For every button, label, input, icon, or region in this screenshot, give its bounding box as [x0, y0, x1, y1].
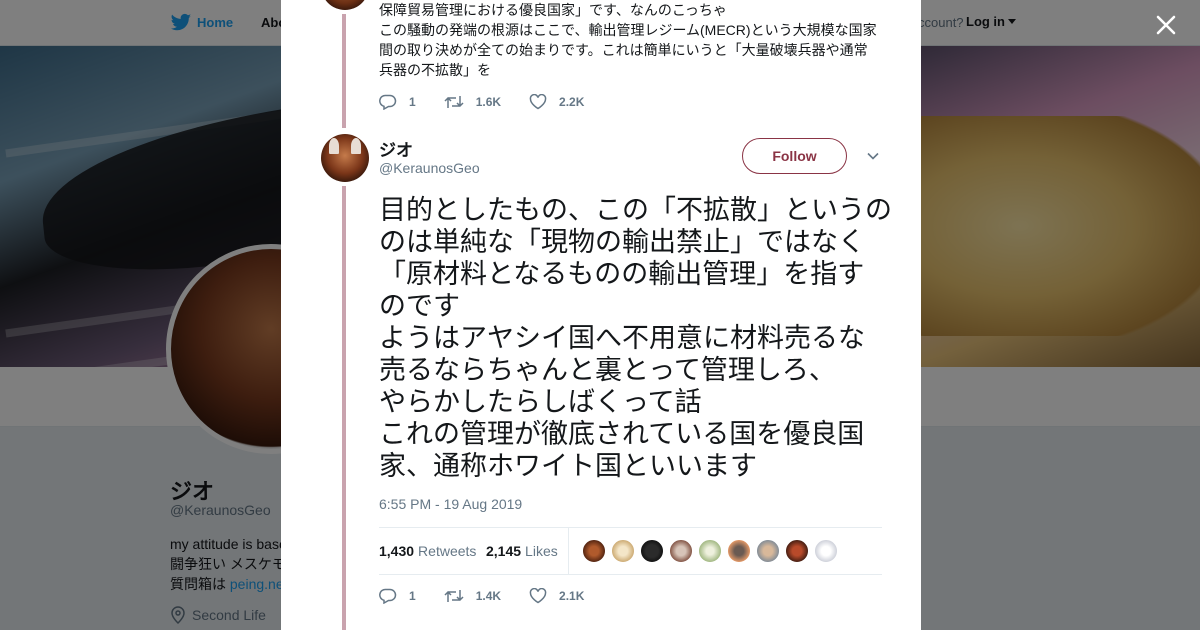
- like-count: 2.1K: [559, 589, 585, 603]
- tweet-text-line: 目的としたもの、この「不拡散」というの: [379, 195, 892, 225]
- previous-tweet-text: 保障貿易管理における優良国家」です、なんのこっちゃ この騒動の発端の根源はここで…: [379, 0, 889, 80]
- tweet-text-line: のは単純な「現物の輸出禁止」ではなく: [379, 227, 865, 257]
- previous-tweet-avatar[interactable]: [321, 0, 369, 10]
- reply-button[interactable]: 1: [379, 588, 416, 604]
- close-icon[interactable]: [1152, 11, 1180, 39]
- tweet-actions: 1 1.4K 2.1K: [379, 586, 612, 606]
- tweet-text: 目的としたもの、この「不拡散」というの のは単純な「現物の輸出禁止」ではなく 「…: [379, 194, 892, 482]
- reply-count: 1: [409, 589, 416, 603]
- author-name[interactable]: ジオ: [379, 136, 413, 161]
- reply-count: 1: [409, 95, 416, 109]
- retweet-count: 1.4K: [475, 589, 502, 603]
- retweet-button[interactable]: 1.4K: [444, 588, 501, 604]
- reply-button[interactable]: 1: [379, 94, 416, 110]
- tweet-permalink-modal: 保障貿易管理における優良国家」です、なんのこっちゃ この騒動の発端の根源はここで…: [281, 0, 921, 630]
- previous-tweet-line: この騒動の発端の根源はここで、輸出管理レジーム(MECR)という大規模な国家: [379, 22, 877, 38]
- retweet-count: 1.6K: [475, 95, 502, 109]
- liker-avatar[interactable]: [814, 539, 838, 563]
- retweet-stat-label: Retweets: [418, 543, 477, 559]
- like-button[interactable]: 2.1K: [529, 588, 584, 604]
- like-total: 2,145: [486, 543, 522, 559]
- previous-tweet-line: 保障貿易管理における優良国家」です、なんのこっちゃ: [379, 2, 727, 18]
- liker-avatar[interactable]: [756, 539, 780, 563]
- liker-avatar[interactable]: [640, 539, 664, 563]
- thread-connector-line: [342, 14, 346, 128]
- tweet-text-line: やらかしたらしばくって話: [379, 387, 702, 417]
- previous-tweet-line: 間の取り決めが全ての始まりです。これは簡単にいうと「大量破壊兵器や通常: [379, 42, 868, 58]
- tweet-text-line: 売るならちゃんと裏とって管理しろ、: [379, 355, 836, 385]
- tweet-text-line: 家、通称ホワイト国といいます: [379, 451, 757, 481]
- tweet-text-line: ようはアヤシイ国へ不用意に材料売るな: [379, 323, 865, 353]
- tweet-text-line: のです: [379, 291, 460, 321]
- retweet-icon: [444, 590, 464, 602]
- tweet-stats: 1,430 Retweets 2,145 Likes: [379, 527, 882, 575]
- like-icon: [529, 94, 547, 110]
- author-avatar[interactable]: [321, 134, 369, 182]
- reply-icon: [379, 588, 397, 604]
- like-icon: [529, 588, 547, 604]
- liker-avatar[interactable]: [785, 539, 809, 563]
- stats-divider: [568, 528, 569, 574]
- reply-icon: [379, 94, 397, 110]
- retweet-total: 1,430: [379, 543, 415, 559]
- author-handle[interactable]: @KeraunosGeo: [379, 160, 480, 176]
- retweet-button[interactable]: 1.6K: [444, 94, 501, 110]
- retweet-stat[interactable]: 1,430 Retweets: [379, 543, 476, 559]
- thread-connector-line: [342, 186, 346, 630]
- chevron-down-icon[interactable]: [867, 150, 879, 162]
- like-button[interactable]: 2.2K: [529, 94, 584, 110]
- liker-avatar[interactable]: [698, 539, 722, 563]
- liker-avatar[interactable]: [727, 539, 751, 563]
- tweet-timestamp[interactable]: 6:55 PM - 19 Aug 2019: [379, 496, 522, 512]
- previous-tweet-actions: 1 1.6K 2.2K: [379, 92, 612, 112]
- like-count: 2.2K: [559, 95, 585, 109]
- like-stat-label: Likes: [525, 543, 558, 559]
- tweet-text-line: 「原材料となるものの輸出管理」を指す: [379, 259, 865, 289]
- tweet-text-line: これの管理が徹底されている国を優良国: [379, 419, 865, 449]
- liker-avatar[interactable]: [669, 539, 693, 563]
- previous-tweet-line: 兵器の不拡散」を: [379, 62, 491, 78]
- liker-avatar[interactable]: [582, 539, 606, 563]
- follow-button[interactable]: Follow: [742, 138, 847, 174]
- liker-avatar[interactable]: [611, 539, 635, 563]
- retweet-icon: [444, 96, 464, 108]
- like-stat[interactable]: 2,145 Likes: [486, 543, 558, 559]
